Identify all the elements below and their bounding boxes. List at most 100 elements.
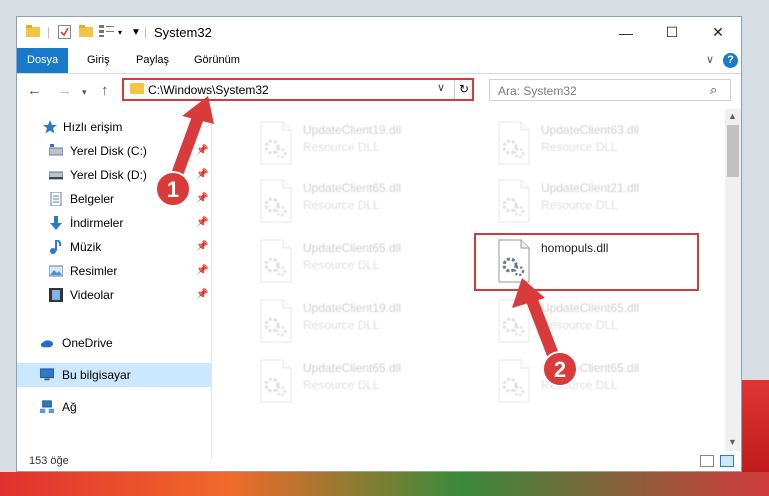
- scroll-down-icon[interactable]: ▼: [728, 437, 737, 447]
- pin-icon[interactable]: 📌: [196, 211, 208, 235]
- file-item[interactable]: UpdateClient65.dll Resource DLL: [257, 357, 477, 409]
- forward-arrow-icon[interactable]: →: [57, 82, 72, 99]
- highlight-box-file: [474, 233, 699, 291]
- file-item[interactable]: UpdateClient63.dll Resource DLL: [495, 119, 715, 171]
- dll-file-icon: [260, 179, 292, 223]
- recent-locations-icon[interactable]: ▾: [82, 87, 87, 98]
- sidebar-item-documents[interactable]: Belgeler 📌: [17, 187, 211, 211]
- tab-gorunum[interactable]: Görünüm: [184, 48, 250, 73]
- qa-dropdown-icon[interactable]: ▾: [118, 28, 122, 37]
- new-folder-icon[interactable]: [79, 25, 93, 40]
- sidebar-item-music[interactable]: Müzik 📌: [17, 235, 211, 259]
- dll-file-icon: [498, 359, 530, 403]
- sidebar-item-label: Yerel Disk (D:): [70, 168, 147, 182]
- tab-giris[interactable]: Giriş: [77, 48, 120, 73]
- sidebar-item-label: Yerel Disk (C:): [70, 144, 147, 158]
- file-name: UpdateClient65.dll: [303, 361, 402, 375]
- up-arrow-icon[interactable]: ↑: [101, 82, 109, 99]
- close-button[interactable]: ✕: [695, 17, 741, 48]
- file-name: UpdateClient19.dll: [303, 123, 402, 137]
- help-button[interactable]: ?: [723, 53, 738, 68]
- layout-icon[interactable]: [99, 25, 115, 40]
- sidebar-item-onedrive[interactable]: OneDrive: [17, 331, 211, 355]
- dll-file-icon: [498, 299, 530, 343]
- sidebar-item-network[interactable]: Ağ: [17, 395, 211, 419]
- file-item[interactable]: UpdateClient65.dll Resource DLL: [495, 297, 715, 349]
- sidebar-item-videos[interactable]: Videolar 📌: [17, 283, 211, 307]
- title-divider: |: [144, 25, 148, 39]
- details-view-icon[interactable]: [700, 455, 714, 467]
- properties-icon[interactable]: [58, 25, 71, 42]
- file-type: Resource DLL: [303, 258, 380, 272]
- window-title: System32: [154, 25, 212, 40]
- file-item[interactable]: UpdateClient65.dll Resource DLL: [257, 177, 477, 229]
- item-count: 153 öğe: [29, 455, 69, 467]
- file-name: UpdateClient21.dll: [541, 181, 640, 195]
- pin-icon[interactable]: 📌: [196, 235, 208, 259]
- scroll-thumb[interactable]: [727, 125, 739, 177]
- search-box[interactable]: Ara: System32 ⌕: [489, 79, 731, 101]
- sidebar-item-disk-c[interactable]: Yerel Disk (C:) 📌: [17, 139, 211, 163]
- file-name: UpdateClient65.dll: [303, 241, 402, 255]
- dll-file-icon: [260, 239, 292, 283]
- sidebar-item-label: Resimler: [70, 264, 118, 278]
- sidebar-item-label: Videolar: [70, 288, 114, 302]
- pin-icon[interactable]: 📌: [196, 259, 208, 283]
- sidebar-item-pictures[interactable]: Resimler 📌: [17, 259, 211, 283]
- sidebar-item-quick-access[interactable]: Hızlı erişim: [17, 115, 211, 139]
- tab-dosya[interactable]: Dosya: [17, 48, 69, 73]
- customize-qa-icon[interactable]: ▼: [131, 27, 141, 38]
- folder-icon: [26, 25, 40, 40]
- pin-icon[interactable]: 📌: [196, 283, 208, 307]
- file-type: Resource DLL: [303, 198, 380, 212]
- scroll-up-icon[interactable]: ▲: [728, 111, 737, 121]
- address-path[interactable]: C:\Windows\System32: [148, 83, 269, 97]
- sidebar-item-this-pc[interactable]: Bu bilgisayar: [17, 363, 211, 387]
- file-item[interactable]: UpdateClient21.dll Resource DLL: [495, 177, 715, 229]
- file-type: Resource DLL: [541, 198, 618, 212]
- vertical-scrollbar[interactable]: ▲ ▼: [725, 109, 741, 451]
- file-item[interactable]: UpdateClient19.dll Resource DLL: [257, 297, 477, 349]
- address-dropdown-icon[interactable]: ∨: [437, 81, 445, 94]
- ribbon-tabs: Dosya Giriş Paylaş Görünüm ∨ ?: [17, 48, 741, 74]
- dll-file-icon: [260, 299, 292, 343]
- file-type: Resource DLL: [303, 378, 380, 392]
- sidebar-item-label: Ağ: [62, 400, 77, 414]
- file-type: Resource DLL: [541, 318, 618, 332]
- desktop-background: [0, 472, 769, 496]
- pin-icon[interactable]: 📌: [196, 163, 208, 187]
- pin-icon[interactable]: 📌: [196, 187, 208, 211]
- music-icon: [50, 240, 62, 254]
- refresh-icon[interactable]: ↻: [454, 80, 473, 99]
- sidebar-item-downloads[interactable]: İndirmeler 📌: [17, 211, 211, 235]
- pin-icon[interactable]: 📌: [196, 139, 208, 163]
- cloud-icon: [40, 340, 54, 348]
- expand-ribbon-icon[interactable]: ∨: [706, 53, 714, 66]
- navigation-bar: ← → ▾ ↑ C:\Windows\System32 ∨ ↻ Ara: Sys…: [17, 74, 741, 108]
- address-bar[interactable]: C:\Windows\System32 ∨ ↻: [122, 78, 474, 101]
- minimize-button[interactable]: —: [603, 17, 649, 48]
- search-icon[interactable]: ⌕: [710, 82, 717, 98]
- pictures-icon: [49, 265, 63, 277]
- dll-file-icon: [260, 359, 292, 403]
- tab-paylas[interactable]: Paylaş: [126, 48, 179, 73]
- navigation-pane: Hızlı erişim Yerel Disk (C:) 📌 Yerel Dis…: [17, 109, 211, 459]
- sidebar-item-label: İndirmeler: [70, 216, 124, 230]
- large-icons-view-icon[interactable]: [720, 455, 734, 467]
- computer-icon: [40, 368, 54, 381]
- file-item[interactable]: UpdateClient65.dll Resource DLL: [495, 357, 715, 409]
- file-item[interactable]: UpdateClient19.dll Resource DLL: [257, 119, 477, 171]
- file-type: Resource DLL: [303, 140, 380, 154]
- documents-icon: [50, 192, 62, 206]
- maximize-button[interactable]: ☐: [649, 17, 695, 48]
- search-input[interactable]: Ara: System32: [498, 84, 577, 98]
- sidebar-item-disk-d[interactable]: Yerel Disk (D:) 📌: [17, 163, 211, 187]
- sidebar-item-label: Müzik: [70, 240, 102, 254]
- file-item[interactable]: UpdateClient65.dll Resource DLL: [257, 237, 477, 289]
- desktop-background-right: [742, 380, 769, 472]
- file-name: UpdateClient65.dll: [303, 181, 402, 195]
- title-bar: | ▾ ▼ | System32 — ☐ ✕: [17, 17, 741, 48]
- back-arrow-icon[interactable]: ←: [27, 82, 42, 99]
- dll-file-icon: [498, 121, 530, 165]
- file-name: UpdateClient65.dll: [541, 301, 640, 315]
